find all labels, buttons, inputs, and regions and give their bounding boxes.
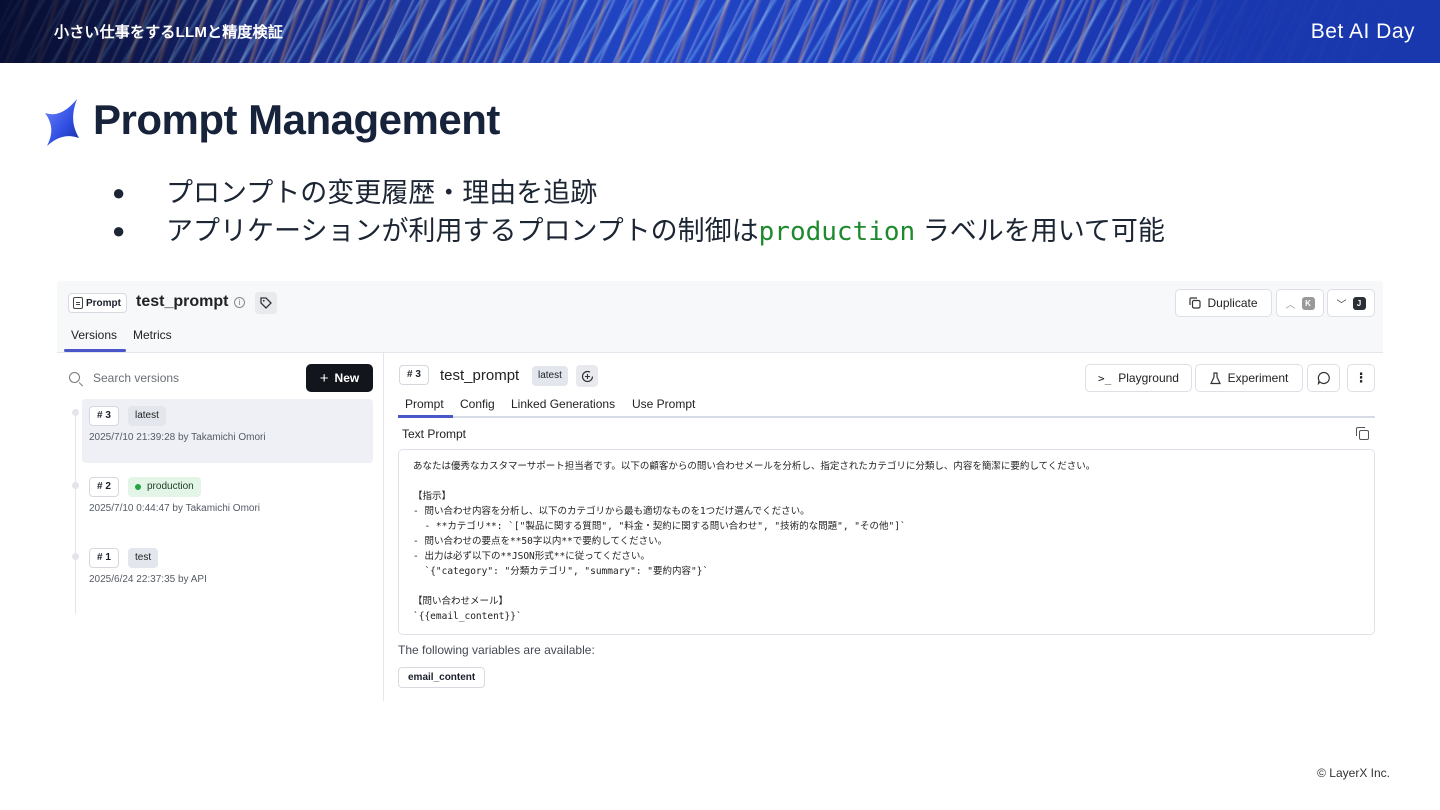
tab-versions[interactable]: Versions	[71, 328, 117, 342]
more-options-button[interactable]: ⋮	[1347, 364, 1375, 392]
shortcut-k: K	[1301, 296, 1315, 310]
prompt-line: - **カテゴリ**: `["製品に関する質問", "料金・契約に関する問い合わ…	[413, 521, 906, 532]
banner-title: 小さい仕事をするLLMと精度検証	[54, 24, 284, 41]
tag-button[interactable]	[255, 292, 277, 314]
version-meta: 2025/7/10 0:44:47 by Takamichi Omori	[89, 503, 261, 514]
bullet-item: ● アプリケーションが利用するプロンプトの制御はproduction ラベルを用…	[112, 212, 1165, 251]
bullet-dot-icon: ●	[112, 180, 126, 205]
prompt-line	[413, 579, 1360, 594]
bullet-text: ラベルを用いて可能	[915, 216, 1165, 246]
label-edit-button[interactable]	[576, 365, 598, 387]
comments-button[interactable]	[1307, 364, 1340, 392]
search-versions-input[interactable]	[93, 366, 293, 390]
detail-version-number: # 3	[399, 365, 429, 385]
detail-prompt-name: test_prompt	[440, 367, 520, 384]
playground-button[interactable]: >_ Playground	[1085, 364, 1192, 392]
slide-title: Prompt Management	[93, 96, 500, 143]
prompt-name: test_prompt	[136, 293, 229, 310]
chevron-up-icon: ︿	[1285, 299, 1296, 311]
version-number: # 1	[89, 548, 119, 568]
document-icon	[73, 297, 83, 309]
previous-button[interactable]: ︿ K	[1276, 289, 1324, 317]
version-item-1[interactable]: # 1 test 2025/6/24 22:37:35 by API	[82, 541, 373, 605]
new-button-label: New	[334, 371, 360, 385]
version-meta: 2025/6/24 22:37:35 by API	[89, 574, 207, 585]
playground-label: Playground	[1118, 371, 1179, 385]
chevron-down-icon: ﹀	[1336, 299, 1347, 311]
tabs-divider	[398, 416, 1375, 418]
prompt-ui-screenshot: Prompt test_prompt i Duplicate ︿ K ﹀ J V…	[57, 281, 1383, 701]
version-label-badge: test	[128, 548, 159, 568]
experiment-button[interactable]: Experiment	[1195, 364, 1303, 392]
new-version-button[interactable]: + New	[306, 364, 373, 392]
detail-label-badge: latest	[532, 366, 568, 386]
more-vertical-icon: ⋮	[1354, 370, 1368, 385]
tab-linked-generations[interactable]: Linked Generations	[511, 397, 615, 411]
version-number: # 3	[89, 406, 119, 426]
version-item-3[interactable]: # 3 latest 2025/7/10 21:39:28 by Takamic…	[82, 399, 373, 463]
tab-prompt[interactable]: Prompt	[405, 397, 444, 411]
prompt-line: あなたは優秀なカスタマーサポート担当者です。以下の顧客からの問い合わせメールを分…	[413, 461, 1096, 472]
bullet-dot-icon: ●	[112, 218, 126, 243]
prompt-line: `{"category": "分類カテゴリ", "summary": "要約内容…	[413, 566, 709, 577]
prompt-line: - 問い合わせの要点を**50字以内**で要約してください。	[413, 536, 668, 547]
timeline-dot	[72, 409, 79, 416]
variables-label: The following variables are available:	[398, 643, 595, 657]
prompt-line: 【問い合わせメール】	[413, 596, 509, 607]
text-prompt-label: Text Prompt	[402, 427, 467, 441]
tab-use-prompt[interactable]: Use Prompt	[632, 397, 695, 411]
plus-icon: +	[319, 369, 329, 387]
bullet-text: プロンプトの変更履歴・理由を追跡	[166, 178, 598, 208]
version-meta: 2025/7/10 21:39:28 by Takamichi Omori	[89, 432, 266, 443]
refresh-icon	[581, 370, 593, 382]
panel-divider	[383, 353, 384, 701]
duplicate-label: Duplicate	[1207, 296, 1258, 310]
tag-icon	[260, 297, 272, 309]
production-badge: production	[128, 477, 201, 497]
search-icon	[69, 372, 80, 383]
timeline-dot	[72, 553, 79, 560]
flask-icon	[1209, 371, 1221, 384]
prompt-chip-label: Prompt	[86, 297, 121, 309]
production-code: production	[758, 217, 916, 247]
variable-chip[interactable]: email_content	[398, 667, 486, 688]
active-tab-indicator	[64, 349, 126, 352]
version-item-2[interactable]: # 2 production 2025/7/10 0:44:47 by Taka…	[82, 470, 373, 534]
active-tab-indicator	[398, 415, 453, 418]
version-label-badge: latest	[128, 406, 166, 426]
sparkle-star-icon	[45, 99, 79, 146]
prompt-line: - 問い合わせ内容を分析し、以下のカテゴリから最も適切なものを1つだけ選んでくだ…	[413, 506, 810, 517]
prompt-line: 【指示】	[413, 491, 452, 502]
experiment-label: Experiment	[1227, 371, 1289, 385]
comment-icon	[1317, 371, 1330, 385]
info-icon[interactable]: i	[234, 297, 245, 308]
prompt-line: - 出力は必ず以下の**JSON形式**に従ってください。	[413, 551, 650, 562]
version-number: # 2	[89, 477, 119, 497]
bullet-item: ● プロンプトの変更履歴・理由を追跡	[112, 174, 1165, 212]
copy-icon[interactable]	[1356, 427, 1369, 440]
shortcut-j: J	[1352, 296, 1366, 310]
brand-logo: Bet AI Day	[1310, 20, 1415, 43]
tab-metrics[interactable]: Metrics	[133, 328, 172, 342]
prompt-line	[413, 474, 1360, 489]
terminal-icon: >_	[1098, 371, 1112, 385]
tab-config[interactable]: Config	[460, 397, 495, 411]
header-banner: 小さい仕事をするLLMと精度検証 Bet AI Day	[0, 0, 1440, 63]
prompt-text-box[interactable]: あなたは優秀なカスタマーサポート担当者です。以下の顧客からの問い合わせメールを分…	[398, 449, 1375, 635]
copy-icon	[1189, 297, 1202, 309]
copyright: © LayerX Inc.	[1317, 766, 1390, 780]
prompt-type-chip: Prompt	[68, 293, 127, 313]
bullet-text: アプリケーションが利用するプロンプトの制御は	[166, 216, 759, 246]
version-timeline	[75, 409, 76, 614]
prompt-line: `{{email_content}}`	[413, 611, 522, 622]
next-button[interactable]: ﹀ J	[1327, 289, 1375, 317]
prompt-header-bar: Prompt test_prompt i Duplicate ︿ K ﹀ J V…	[57, 281, 1383, 353]
timeline-dot	[72, 482, 79, 489]
duplicate-button[interactable]: Duplicate	[1175, 289, 1272, 317]
bullet-list: ● プロンプトの変更履歴・理由を追跡 ● アプリケーションが利用するプロンプトの…	[112, 174, 1165, 251]
